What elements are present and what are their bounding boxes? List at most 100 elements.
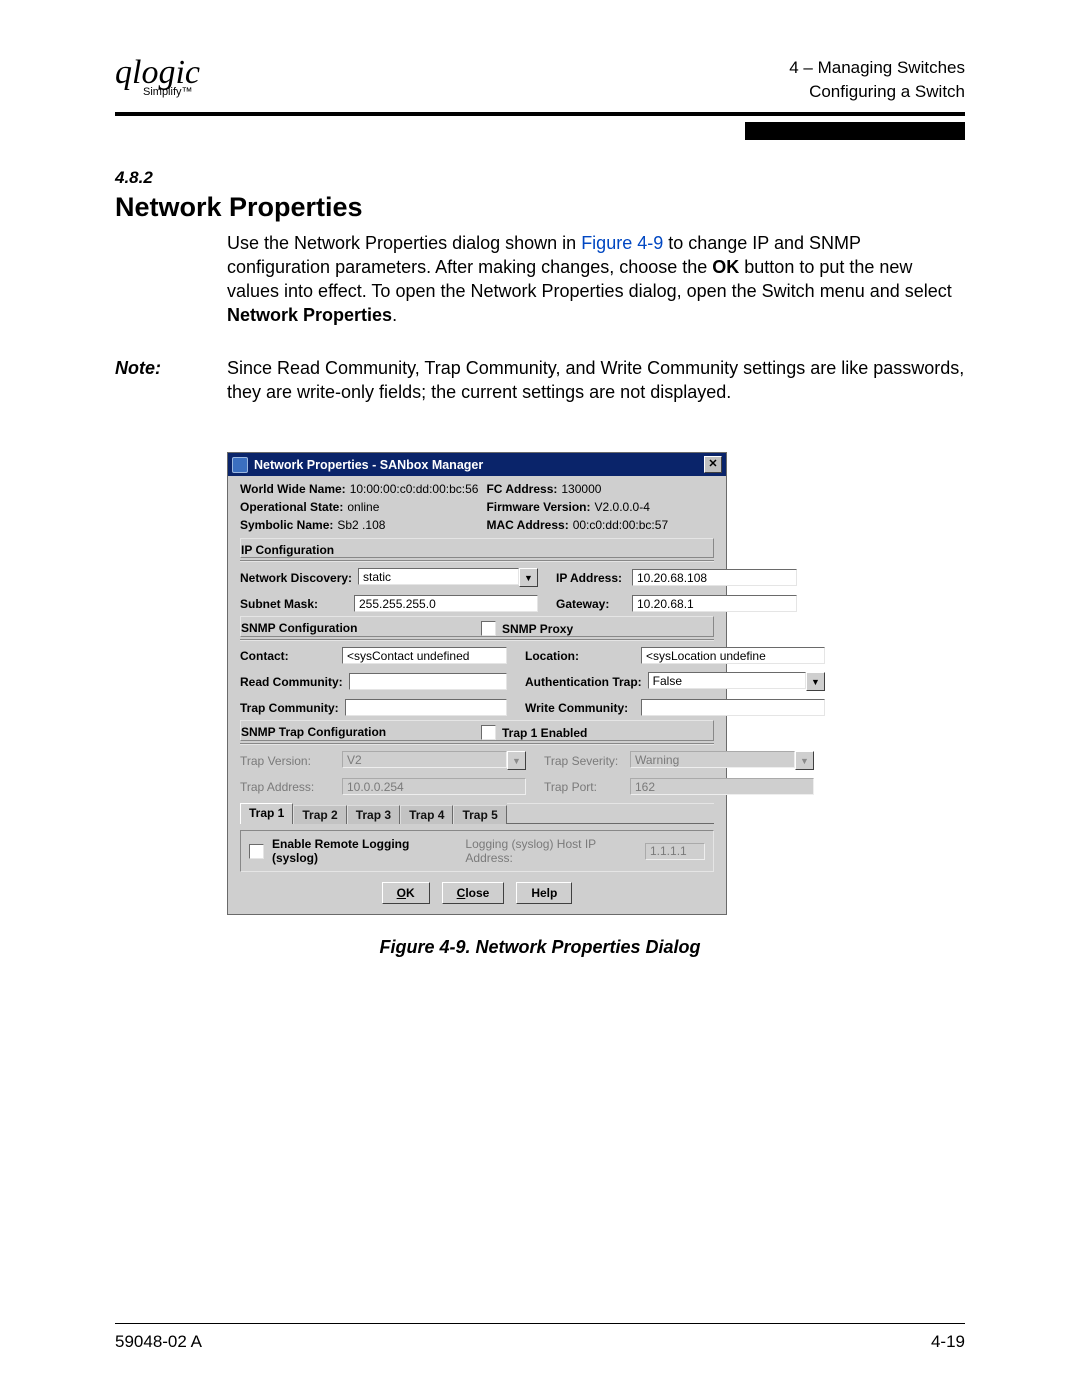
tab-spacer <box>507 803 714 824</box>
trap1-enabled-label: Trap 1 Enabled <box>502 726 587 740</box>
mac-value: 00:c0:dd:00:bc:57 <box>573 518 668 532</box>
contact-label: Contact: <box>240 649 336 663</box>
note-text: Since Read Community, Trap Community, an… <box>227 356 965 405</box>
chevron-down-icon: ▼ <box>795 751 814 770</box>
logo: qlogic <box>115 50 200 90</box>
trap-community-input[interactable] <box>345 699 507 716</box>
write-community-label: Write Community: <box>525 701 635 715</box>
wwn-value: 10:00:00:c0:dd:00:bc:56 <box>350 482 479 496</box>
trap-community-label: Trap Community: <box>240 701 339 715</box>
mac-label: MAC Address: <box>486 518 568 532</box>
snmp-proxy-label: SNMP Proxy <box>502 622 573 636</box>
header-black-box <box>745 122 965 140</box>
page-footer: 59048-02 A 4-19 <box>115 1323 965 1352</box>
ip-config-header: IP Configuration <box>240 538 714 558</box>
snmp-proxy-checkbox[interactable] <box>481 621 496 636</box>
sym-label: Symbolic Name: <box>240 518 333 532</box>
logo-block: qlogic Simplify™ <box>115 50 200 98</box>
op-value: online <box>347 500 379 514</box>
rule-row <box>115 122 965 140</box>
chevron-down-icon[interactable]: ▼ <box>519 568 538 587</box>
enable-remote-logging-label: Enable Remote Logging (syslog) <box>272 837 449 865</box>
read-community-label: Read Community: <box>240 675 343 689</box>
chevron-down-icon: ▼ <box>507 751 526 770</box>
gateway-label: Gateway: <box>556 597 626 611</box>
read-community-input[interactable] <box>349 673 507 690</box>
subnet-mask-input[interactable] <box>354 595 538 612</box>
op-label: Operational State: <box>240 500 343 514</box>
trap-severity-value <box>630 751 795 768</box>
section-number: 4.8.2 <box>115 168 965 188</box>
np-word: Network Properties <box>227 305 392 325</box>
figure-link[interactable]: Figure 4-9 <box>581 233 663 253</box>
footer-left: 59048-02 A <box>115 1332 202 1352</box>
enable-remote-logging-checkbox[interactable] <box>249 844 264 859</box>
remote-logging-row: Enable Remote Logging (syslog) Logging (… <box>240 830 714 872</box>
chevron-down-icon[interactable]: ▼ <box>806 672 825 691</box>
trap-address-label: Trap Address: <box>240 780 336 794</box>
note-label: Note: <box>115 356 227 405</box>
trap-severity-dropdown: ▼ <box>630 751 814 770</box>
gateway-input[interactable] <box>632 595 797 612</box>
wwn-label: World Wide Name: <box>240 482 346 496</box>
ip-address-input[interactable] <box>632 569 797 586</box>
rule-spacer <box>115 122 745 123</box>
divider <box>240 743 714 745</box>
ok-button[interactable]: OK <box>382 882 430 904</box>
tab-trap4[interactable]: Trap 4 <box>400 805 453 824</box>
subnet-label: Subnet Mask: <box>240 597 348 611</box>
syslog-host-label: Logging (syslog) Host IP Address: <box>465 837 637 865</box>
tab-trap1[interactable]: Trap 1 <box>240 803 293 824</box>
fc-label: FC Address: <box>486 482 557 496</box>
header-line1: 4 – Managing Switches <box>789 56 965 80</box>
trap-severity-label: Trap Severity: <box>544 754 624 768</box>
info-grid: World Wide Name:10:00:00:c0:dd:00:bc:56 … <box>240 482 714 532</box>
write-community-input[interactable] <box>641 699 825 716</box>
tab-trap2[interactable]: Trap 2 <box>293 805 346 824</box>
fc-value: 130000 <box>561 482 601 496</box>
trap-port-label: Trap Port: <box>544 780 624 794</box>
net-disc-value[interactable] <box>358 568 519 585</box>
auth-trap-dropdown[interactable]: ▼ <box>648 672 825 691</box>
close-icon[interactable]: ✕ <box>704 456 722 473</box>
fw-label: Firmware Version: <box>486 500 590 514</box>
tab-trap3[interactable]: Trap 3 <box>347 805 400 824</box>
syslog-host-input <box>645 843 705 860</box>
p1d: . <box>392 305 397 325</box>
tab-trap5[interactable]: Trap 5 <box>453 805 506 824</box>
trap-version-dropdown: ▼ <box>342 751 526 770</box>
snmp-trap-config-header: SNMP Trap Configuration <box>241 725 441 740</box>
header-line2: Configuring a Switch <box>789 80 965 104</box>
p1a: Use the Network Properties dialog shown … <box>227 233 581 253</box>
divider <box>240 639 714 641</box>
network-properties-dialog: Network Properties - SANbox Manager ✕ Wo… <box>227 452 727 915</box>
location-input[interactable] <box>641 647 825 664</box>
body-paragraph: Use the Network Properties dialog shown … <box>227 231 965 328</box>
trap-version-value <box>342 751 507 768</box>
titlebar[interactable]: Network Properties - SANbox Manager ✕ <box>228 453 726 476</box>
close-button[interactable]: Close <box>442 882 505 904</box>
auth-trap-label: Authentication Trap: <box>525 675 642 689</box>
trap-tabs: Trap 1 Trap 2 Trap 3 Trap 4 Trap 5 <box>240 803 714 824</box>
trap1-enabled-checkbox[interactable] <box>481 725 496 740</box>
dialog-title: Network Properties - SANbox Manager <box>254 458 483 472</box>
header-right: 4 – Managing Switches Configuring a Swit… <box>789 50 965 104</box>
page-header: qlogic Simplify™ 4 – Managing Switches C… <box>115 50 965 104</box>
trap-port-input <box>630 778 814 795</box>
sym-value: Sb2 .108 <box>337 518 385 532</box>
snmp-config-header: SNMP Configuration <box>241 621 441 636</box>
rule-top <box>115 112 965 116</box>
network-discovery-dropdown[interactable]: ▼ <box>358 568 538 587</box>
fw-value: V2.0.0.0-4 <box>595 500 650 514</box>
ip-addr-label: IP Address: <box>556 571 626 585</box>
section-title: Network Properties <box>115 192 965 223</box>
divider <box>240 560 714 562</box>
app-icon <box>232 457 248 473</box>
help-button[interactable]: Help <box>516 882 572 904</box>
trap-address-input <box>342 778 526 795</box>
contact-input[interactable] <box>342 647 507 664</box>
ok-word: OK <box>712 257 739 277</box>
logo-tagline: Simplify™ <box>143 86 200 98</box>
auth-trap-value[interactable] <box>648 672 806 689</box>
footer-right: 4-19 <box>931 1332 965 1352</box>
